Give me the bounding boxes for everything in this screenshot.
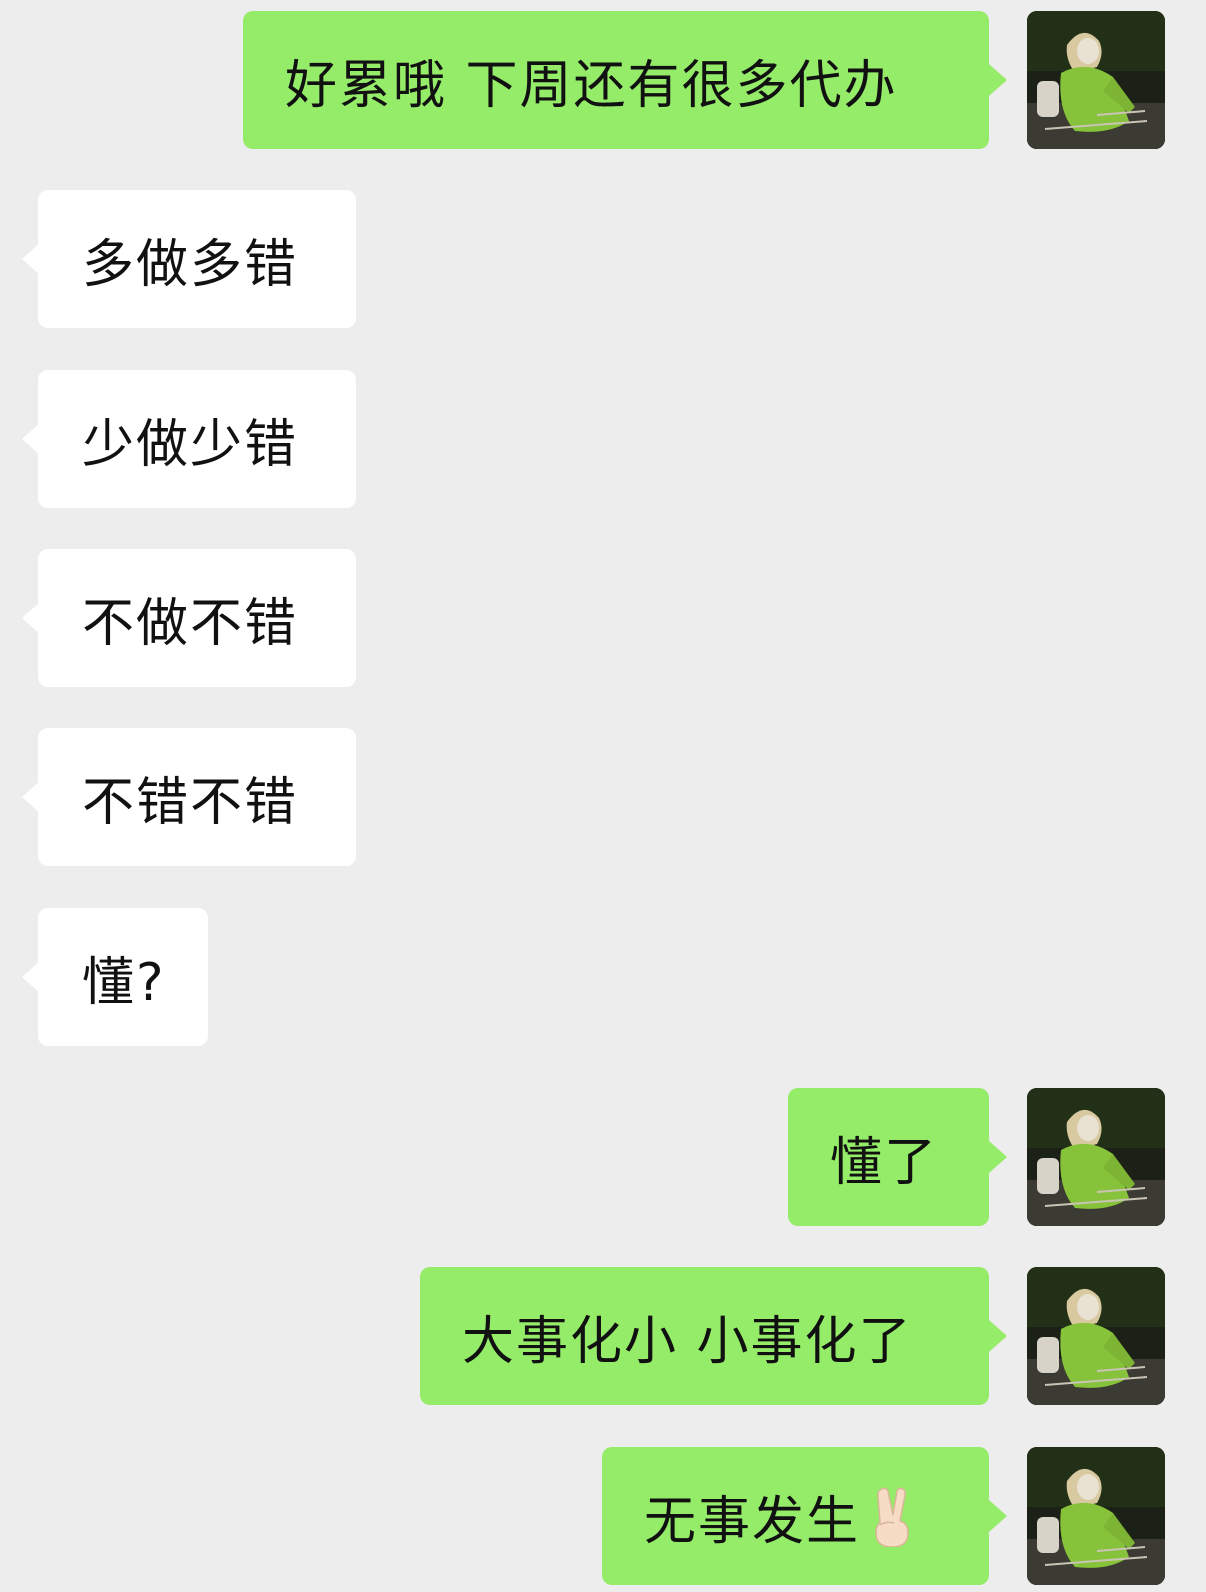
bubble-tail [989,1141,1007,1173]
avatar-photo-icon [1027,11,1165,149]
avatar[interactable] [1027,1088,1165,1226]
avatar[interactable] [1027,11,1165,149]
avatar[interactable] [1027,1447,1165,1585]
message-bubble-outgoing[interactable]: 好累哦 下周还有很多代办 [243,11,1007,149]
message-bubble-incoming[interactable]: 不做不错 [22,549,356,687]
bubble-tail [22,781,40,813]
message-bubble-incoming[interactable]: 多做多错 [22,190,356,328]
message-outgoing: 好累哦 下周还有很多代办 [0,11,1206,149]
bubble-tail [22,243,40,275]
message-bubble-outgoing[interactable]: 无事发生 [602,1447,1007,1585]
chat-area: 好累哦 下周还有很多代办 多做多错 少做少错 不做不错 不错不错 懂? 懂了 大… [0,0,1206,1592]
bubble-tail [22,423,40,455]
avatar-photo-icon [1027,1088,1165,1226]
message-incoming: 少做少错 [0,370,600,508]
victory-hand-icon [875,1487,909,1547]
message-outgoing: 大事化小 小事化了 [0,1267,1206,1405]
message-text: 多做多错 [82,234,299,295]
message-incoming: 多做多错 [0,190,600,328]
avatar-photo-icon [1027,1267,1165,1405]
avatar[interactable] [1027,1267,1165,1405]
message-incoming: 懂? [0,908,600,1046]
bubble-tail [989,64,1007,96]
message-bubble-outgoing[interactable]: 懂了 [788,1088,1007,1226]
message-outgoing: 懂了 [0,1088,1206,1226]
bubble-tail [989,1320,1007,1352]
message-incoming: 不错不错 [0,728,600,866]
message-bubble-outgoing[interactable]: 大事化小 小事化了 [420,1267,1007,1405]
bubble-tail [22,961,40,993]
message-text: 不做不错 [82,593,299,654]
message-bubble-incoming[interactable]: 少做少错 [22,370,356,508]
message-text: 少做少错 [82,414,299,475]
message-text: 懂了 [830,1132,939,1193]
message-bubble-incoming[interactable]: 懂? [22,908,208,1046]
message-text: 大事化小 小事化了 [462,1311,913,1372]
bubble-tail [22,602,40,634]
avatar-photo-icon [1027,1447,1165,1585]
bubble-tail [989,1500,1007,1532]
message-bubble-incoming[interactable]: 不错不错 [22,728,356,866]
message-incoming: 不做不错 [0,549,600,687]
message-outgoing: 无事发生 [0,1447,1206,1585]
message-text: 懂? [82,952,166,1013]
message-text: 好累哦 下周还有很多代办 [285,55,898,116]
message-text: 无事发生 [644,1491,861,1552]
message-text: 不错不错 [82,772,299,833]
